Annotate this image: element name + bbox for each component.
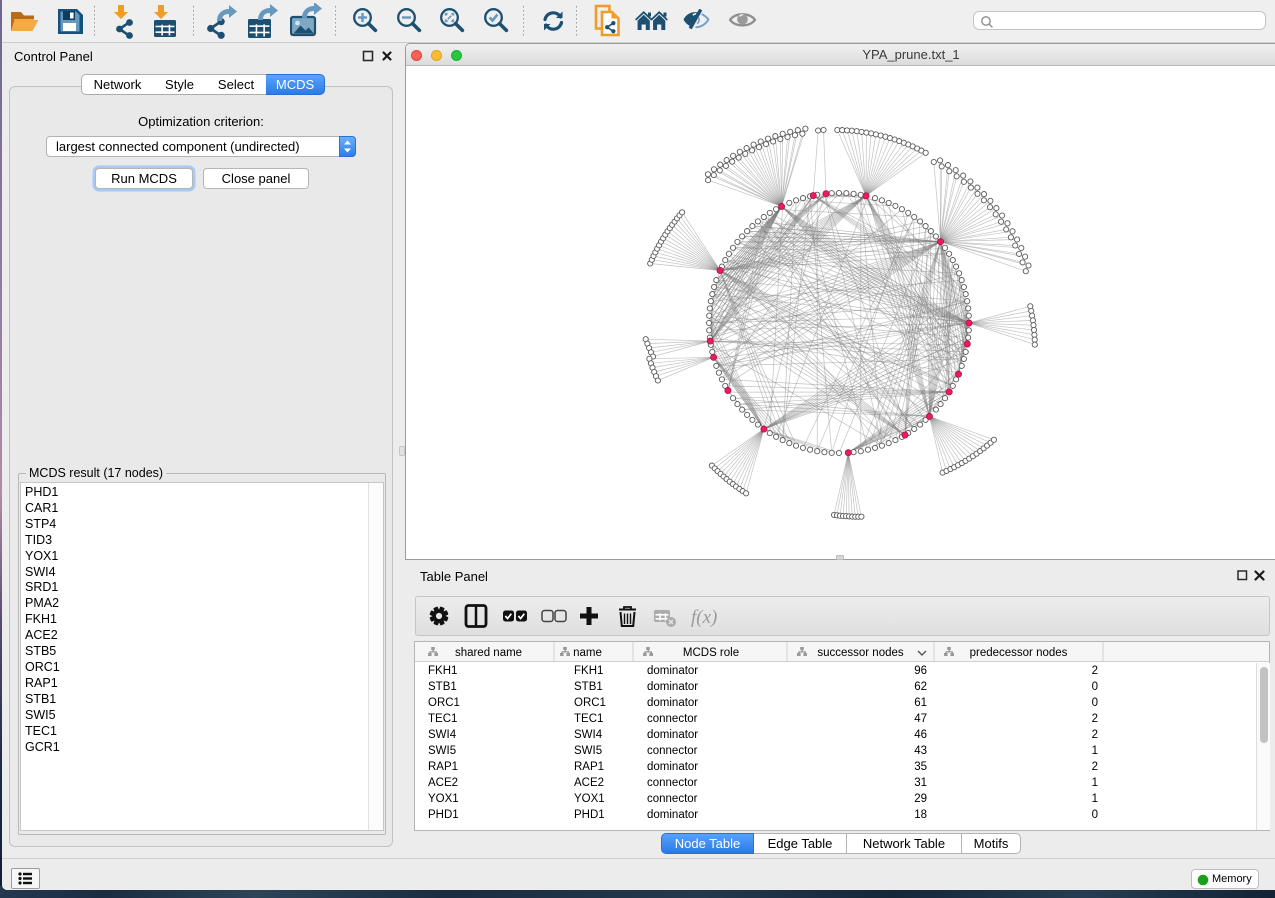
svg-text:predecessor nodes: predecessor nodes xyxy=(970,647,1068,659)
svg-text:name: name xyxy=(573,647,602,659)
svg-text:MCDS role: MCDS role xyxy=(683,647,739,659)
svg-text:shared name: shared name xyxy=(455,647,522,659)
svg-text:successor nodes: successor nodes xyxy=(817,647,904,659)
svg-text:f(x): f(x) xyxy=(691,607,717,628)
